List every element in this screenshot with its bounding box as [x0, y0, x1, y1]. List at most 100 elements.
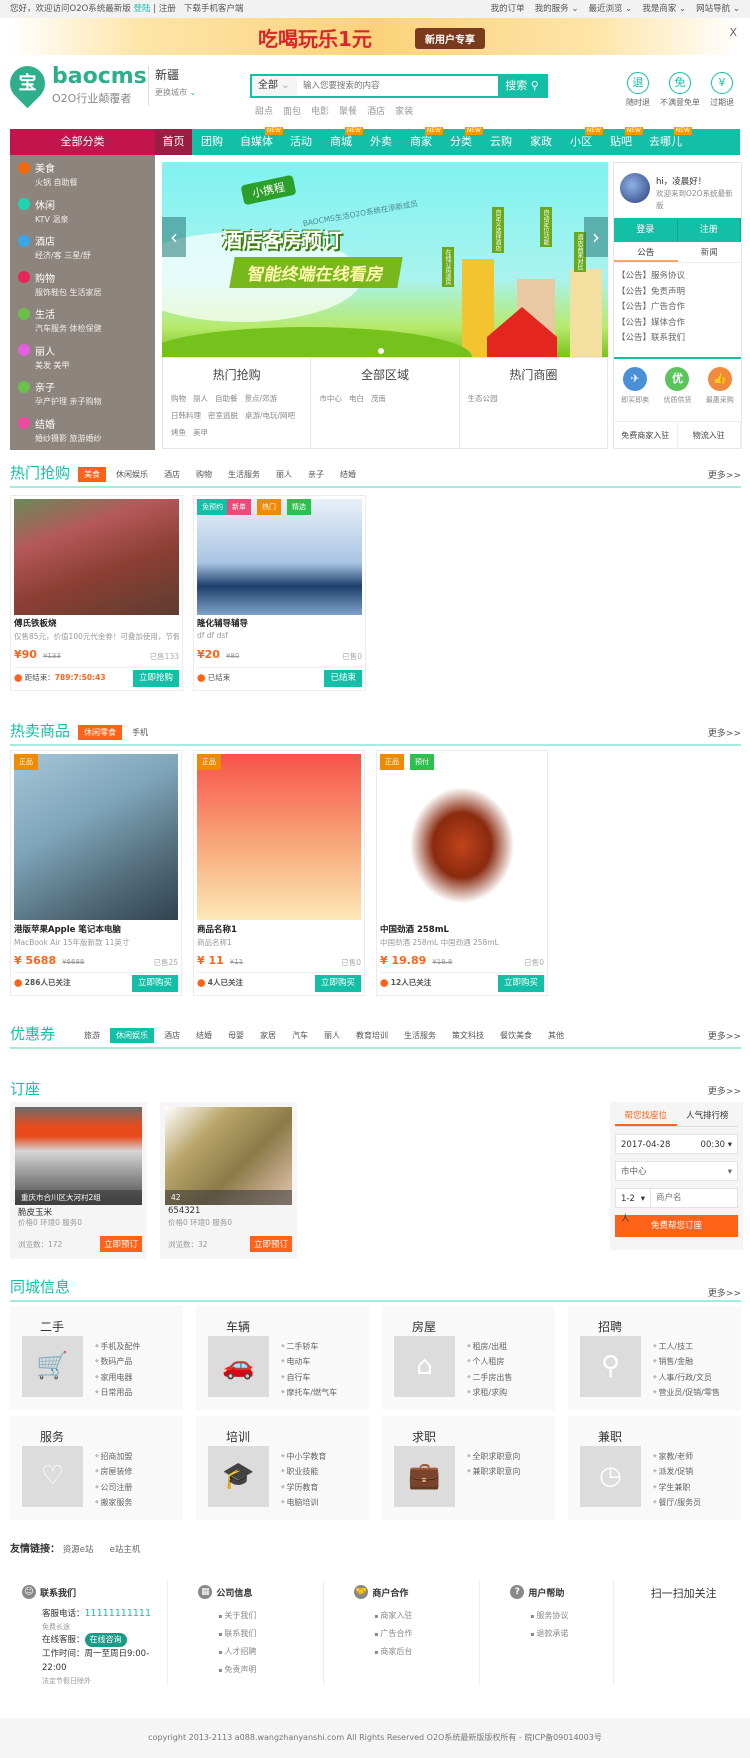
city-info-link[interactable]: 中小学教育	[281, 1449, 326, 1464]
city-info-link[interactable]: 家教/老师	[653, 1449, 701, 1464]
hot-word-link[interactable]: 聚餐	[339, 104, 357, 117]
section-tab[interactable]: 美食	[78, 467, 106, 482]
deal-card[interactable]: 傅氏铁板烧 仅售85元，价值100元代金券！可叠加使用，节假 ¥90 ¥133 已…	[10, 495, 183, 691]
city-info-link[interactable]: 营业员/促销/零售	[653, 1385, 719, 1400]
nav-item[interactable]: 自媒体 NEW	[232, 127, 283, 155]
hot-word-link[interactable]: 面包	[283, 104, 301, 117]
tab-ranking[interactable]: 人气排行榜	[677, 1108, 739, 1126]
hot-box-link[interactable]: 生态公园	[468, 393, 498, 404]
city-info-link[interactable]: 全职求职意向	[467, 1449, 520, 1464]
hot-word-link[interactable]: 甜点	[255, 104, 273, 117]
register-link[interactable]: 注册	[159, 4, 176, 14]
friend-link[interactable]: 资源e站	[63, 1545, 94, 1555]
city-info-link[interactable]: 个人租房	[467, 1354, 512, 1369]
category-item[interactable]: 亲子 孕产护理 亲子购物	[18, 379, 155, 416]
section-tab[interactable]: 购物	[190, 467, 218, 482]
nav-item[interactable]: 贴吧 NEW	[601, 127, 643, 155]
notice-item[interactable]: 【公告】媒体合作	[617, 316, 685, 332]
footer-link[interactable]: 联系我们	[218, 1625, 323, 1643]
close-icon[interactable]: X	[729, 26, 737, 39]
category-item[interactable]: 美食 火锅 自助餐	[18, 160, 155, 197]
city-info-link[interactable]: 搬家服务	[95, 1495, 132, 1510]
nav-item[interactable]: 活动	[281, 129, 321, 155]
more-link[interactable]: 更多>>	[708, 1084, 741, 1097]
buy-button[interactable]: 立即购买	[497, 975, 544, 992]
book-button[interactable]: 立即预订	[99, 1236, 142, 1252]
hot-box-link[interactable]: 购物	[171, 393, 186, 404]
tab-find-seat[interactable]: 帮您找座位	[615, 1108, 677, 1126]
section-tab[interactable]: 旅游	[78, 1028, 106, 1043]
city-info-link[interactable]: 学生兼职	[653, 1480, 701, 1495]
search-scope-select[interactable]: 全部 ⌄	[252, 76, 297, 96]
top-link[interactable]: 最近浏览 ⌄	[588, 0, 632, 18]
section-tab[interactable]: 教育培训	[350, 1028, 394, 1043]
section-tab[interactable]: 结婚	[334, 467, 362, 482]
footer-link[interactable]: 免责声明	[218, 1661, 323, 1679]
carousel-dot[interactable]	[378, 348, 384, 354]
hot-box-link[interactable]: 自助餐	[215, 393, 238, 404]
download-app-link[interactable]: 下载手机客户端	[184, 4, 244, 14]
login-link[interactable]: 登陆	[134, 4, 151, 14]
footer-link[interactable]: 人才招聘	[218, 1643, 323, 1661]
merchant-name-input[interactable]	[651, 1188, 738, 1208]
notice-item[interactable]: 【公告】免责声明	[617, 285, 685, 301]
city-info-link[interactable]: 公司注册	[95, 1480, 132, 1495]
city-info-link[interactable]: 二手轿车	[281, 1339, 337, 1354]
category-item[interactable]: 生活 汽车服务 体检保健	[18, 306, 155, 343]
notice-item[interactable]: 【公告】广告合作	[617, 300, 685, 316]
book-button[interactable]: 立即预订	[249, 1236, 292, 1252]
carousel-prev-icon[interactable]: ‹	[162, 217, 186, 257]
category-item[interactable]: 购物 服饰鞋包 生活家居	[18, 270, 155, 307]
nav-item[interactable]: 外卖	[361, 129, 401, 155]
hot-box-link[interactable]: 美甲	[193, 427, 208, 438]
more-link[interactable]: 更多>>	[708, 468, 741, 481]
hot-box-link[interactable]: 密室逃脱	[208, 410, 238, 421]
section-tab[interactable]: 休闲零食	[78, 725, 122, 740]
more-link[interactable]: 更多>>	[708, 1286, 741, 1299]
date-time-select[interactable]: 2017-04-28 00:30 ▾	[615, 1134, 738, 1154]
city-info-link[interactable]: 日常用品	[95, 1385, 140, 1400]
section-tab[interactable]: 汽车	[286, 1028, 314, 1043]
hot-box-link[interactable]: 茂南	[371, 393, 386, 404]
footer-link[interactable]: 关于我们	[218, 1607, 323, 1625]
nav-item[interactable]: 分类 NEW	[441, 127, 483, 155]
city-selector[interactable]: 新疆 更换城市 ⌄	[148, 66, 196, 106]
all-categories-button[interactable]: 全部分类	[10, 129, 155, 155]
login-button[interactable]: 登录	[614, 218, 678, 242]
city-info-link[interactable]: 工人/技工	[653, 1339, 720, 1354]
more-link[interactable]: 更多>>	[708, 726, 741, 739]
service-shortcut[interactable]: 优优质供货	[663, 367, 691, 412]
footer-link[interactable]: 广告合作	[374, 1625, 479, 1643]
city-info-link[interactable]: 租房/出租	[467, 1339, 512, 1354]
section-tab[interactable]: 母婴	[222, 1028, 250, 1043]
more-link[interactable]: 更多>>	[708, 1029, 741, 1042]
section-tab[interactable]: 休闲娱乐	[110, 1028, 154, 1043]
section-tab[interactable]: 亲子	[302, 467, 330, 482]
nav-item-home[interactable]: 首页	[155, 129, 192, 155]
top-link[interactable]: 网站导航 ⌄	[696, 0, 740, 18]
search-input[interactable]	[297, 76, 498, 96]
ad-banner[interactable]: 吃喝玩乐1元 新用户专享 X	[10, 18, 740, 55]
city-info-link[interactable]: 招商加盟	[95, 1449, 132, 1464]
product-card[interactable]: 正品 港版苹果Apple 笔记本电脑 MacBook Air 15年版新款 11…	[10, 750, 182, 996]
hot-box-link[interactable]: 桌游/电玩/网吧	[245, 410, 295, 421]
section-tab[interactable]: 其他	[542, 1028, 570, 1043]
section-tab[interactable]: 丽人	[270, 467, 298, 482]
section-tab[interactable]: 家居	[254, 1028, 282, 1043]
section-tab[interactable]: 手机	[126, 725, 154, 740]
category-item[interactable]: 休闲 KTV 温泉	[18, 197, 155, 234]
tab-news[interactable]: 新闻	[678, 243, 742, 262]
hot-box-link[interactable]: 丽人	[193, 393, 208, 404]
footer-link[interactable]: 商家后台	[374, 1643, 479, 1661]
notice-item[interactable]: 【公告】联系我们	[617, 331, 685, 347]
city-info-link[interactable]: 家用电器	[95, 1370, 140, 1385]
tab-notice[interactable]: 公告	[614, 243, 678, 262]
category-item[interactable]: 结婚 婚纱摄影 旅游婚纱	[18, 416, 155, 453]
merchant-join-button[interactable]: 免费商家入驻	[614, 422, 678, 449]
hot-box-link[interactable]: 市中心	[319, 393, 342, 404]
city-info-link[interactable]: 摩托车/燃气车	[281, 1385, 337, 1400]
people-select[interactable]: 1-2人 ▾	[615, 1188, 651, 1224]
hot-box-link[interactable]: 景点/郊游	[245, 393, 278, 404]
nav-item[interactable]: 商家 NEW	[401, 127, 443, 155]
notice-item[interactable]: 【公告】服务协议	[617, 269, 685, 285]
